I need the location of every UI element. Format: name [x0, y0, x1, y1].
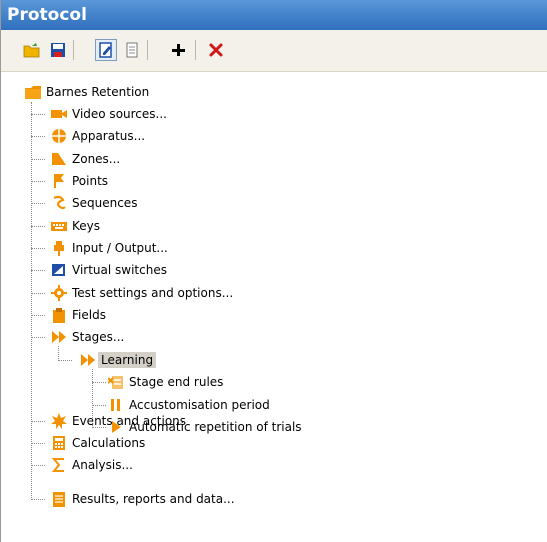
toolbar-separator	[147, 40, 148, 60]
add-button[interactable]	[167, 39, 189, 61]
calculator-icon	[51, 435, 67, 451]
tree-connector	[31, 293, 45, 294]
tree-item-fields[interactable]: Fields	[51, 305, 106, 325]
burst-icon	[51, 413, 67, 429]
tree-connector	[31, 499, 45, 500]
tree-item-results[interactable]: Results, reports and data...	[51, 489, 235, 509]
tree-connector	[31, 226, 45, 227]
sigma-icon	[51, 457, 67, 473]
flag-icon	[51, 173, 67, 189]
report-icon	[51, 491, 67, 507]
add-icon	[172, 44, 185, 56]
delete-icon	[209, 43, 223, 57]
tree-item-points[interactable]: Points	[51, 171, 108, 191]
tree-connector	[31, 315, 45, 316]
tree-item-sequences[interactable]: Sequences	[51, 193, 137, 213]
tree-connector	[58, 360, 72, 361]
tree-item-keys[interactable]: Keys	[51, 216, 100, 236]
tree-item-barnes-retention[interactable]: Barnes Retention	[25, 82, 149, 102]
tree-connector	[31, 159, 45, 160]
tree-connector	[31, 203, 45, 204]
tree-connector	[31, 465, 45, 466]
tree-connector	[31, 102, 32, 500]
edit-icon	[99, 42, 112, 58]
protocol-panel: Protocol Barnes Retention Video sources.…	[0, 0, 547, 542]
tree-item-video-sources[interactable]: Video sources...	[51, 104, 167, 124]
video-camera-icon	[51, 106, 67, 122]
keyboard-icon	[51, 218, 67, 234]
tree-connector	[31, 248, 45, 249]
folder-icon	[25, 84, 41, 100]
tree-connector	[92, 405, 106, 406]
tree-connector	[31, 181, 45, 182]
protocol-tree: Barnes Retention Video sources... Appara…	[1, 80, 547, 542]
tree-connector	[31, 443, 45, 444]
apparatus-icon	[51, 128, 67, 144]
zones-icon	[51, 151, 67, 167]
edit-button[interactable]	[95, 39, 117, 61]
save-icon	[51, 43, 65, 57]
tree-item-test-settings[interactable]: Test settings and options...	[51, 283, 233, 303]
tree-connector	[31, 136, 45, 137]
tree-item-stages[interactable]: Stages...	[51, 327, 124, 347]
rules-icon	[107, 374, 124, 390]
tree-connector	[31, 114, 45, 115]
tree-connector	[92, 382, 106, 383]
open-folder-button[interactable]	[21, 39, 43, 61]
document-button[interactable]	[121, 39, 143, 61]
clipboard-icon	[51, 307, 67, 323]
tree-item-events-and-actions[interactable]: Events and actions	[51, 411, 186, 431]
fast-forward-icon	[51, 329, 67, 345]
document-icon	[126, 42, 138, 58]
plug-icon	[51, 240, 67, 256]
tree-item-apparatus[interactable]: Apparatus...	[51, 126, 145, 146]
tree-item-stage-end-rules[interactable]: Stage end rules	[107, 372, 223, 392]
sequences-icon	[51, 195, 67, 211]
switch-icon	[51, 262, 67, 278]
gear-icon	[51, 285, 67, 301]
toolbar-separator	[73, 40, 74, 60]
tree-item-zones[interactable]: Zones...	[51, 149, 120, 169]
tree-item-calculations[interactable]: Calculations	[51, 433, 145, 453]
tree-connector	[58, 346, 59, 361]
fast-forward-icon	[80, 352, 96, 368]
tree-item-input-output[interactable]: Input / Output...	[51, 238, 168, 258]
tree-item-virtual-switches[interactable]: Virtual switches	[51, 260, 167, 280]
tree-connector	[31, 270, 45, 271]
tree-connector	[31, 337, 45, 338]
toolbar-separator	[195, 40, 196, 60]
tree-item-learning[interactable]: Learning	[80, 350, 157, 370]
toolbar	[1, 30, 547, 72]
save-button[interactable]	[47, 39, 69, 61]
tree-item-analysis[interactable]: Analysis...	[51, 455, 133, 475]
open-folder-icon	[23, 43, 40, 58]
tree-connector	[31, 421, 45, 422]
delete-button[interactable]	[205, 39, 227, 61]
panel-title: Protocol	[1, 0, 547, 30]
